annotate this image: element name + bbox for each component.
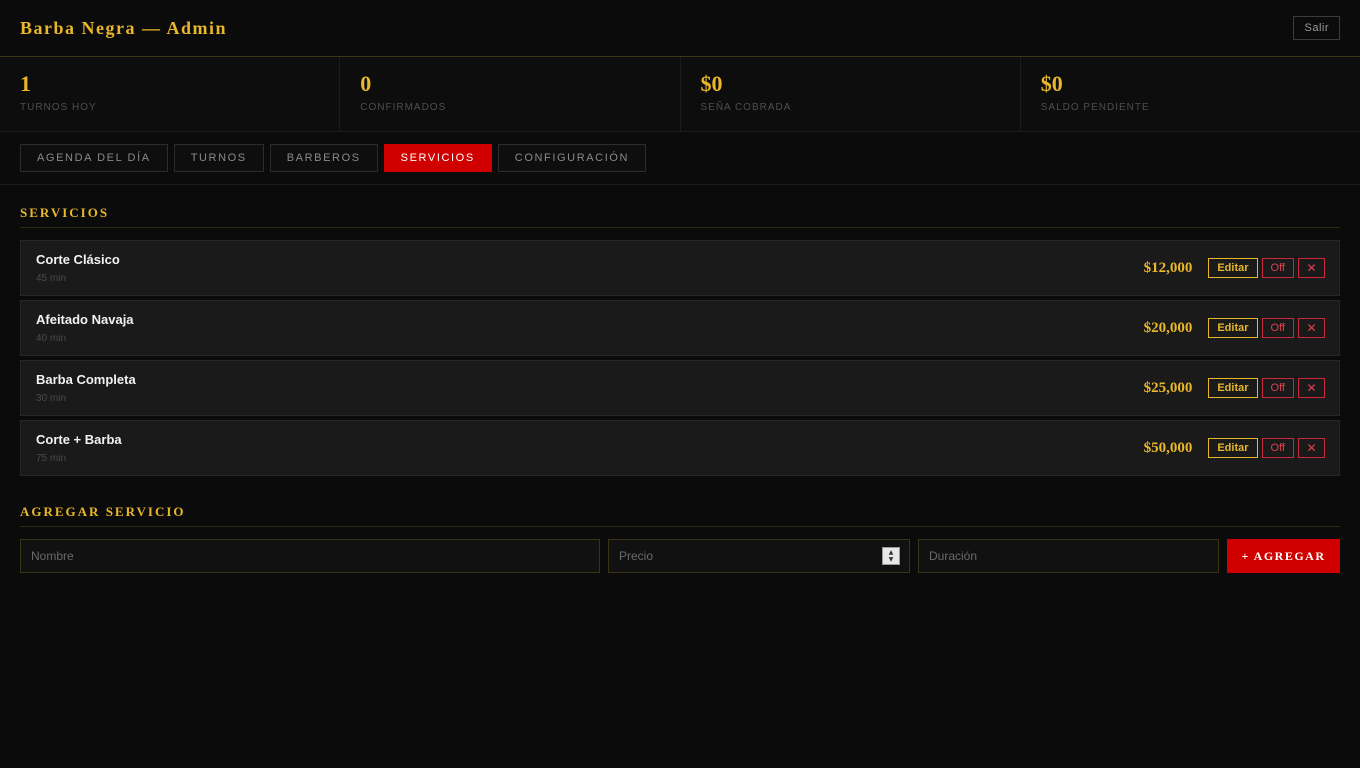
stat-value: 0: [360, 71, 372, 96]
service-info: Corte + Barba 75 min: [36, 432, 122, 464]
delete-button[interactable]: ✕: [1298, 438, 1325, 458]
stat-confirmados: 0 CONFIRMADOS: [340, 57, 681, 131]
tab-servicios[interactable]: SERVICIOS: [383, 144, 492, 172]
service-price: $50,000: [1143, 439, 1193, 456]
toggle-off-button[interactable]: Off: [1261, 438, 1294, 458]
tab-agenda[interactable]: AGENDA DEL DÍA: [20, 144, 168, 172]
service-row: Corte Clásico 45 min $12,000 Editar Off …: [20, 240, 1340, 296]
service-name: Corte Clásico: [36, 252, 120, 267]
delete-button[interactable]: ✕: [1298, 378, 1325, 398]
delete-button[interactable]: ✕: [1298, 258, 1325, 278]
stat-label: TURNOS HOY: [20, 102, 97, 113]
stat-label: SEÑA COBRADA: [700, 102, 792, 113]
toggle-off-button[interactable]: Off: [1261, 258, 1294, 278]
close-icon: ✕: [1306, 321, 1317, 335]
stat-turnos-hoy: 1 TURNOS HOY: [0, 57, 341, 131]
stat-value: $0: [1040, 71, 1063, 96]
service-row: Barba Completa 30 min $25,000 Editar Off…: [20, 360, 1340, 416]
tab-turnos[interactable]: TURNOS: [173, 144, 264, 172]
stat-value: 1: [20, 71, 31, 96]
service-actions: $20,000 Editar Off ✕: [1144, 318, 1325, 338]
stat-label: SALDO PENDIENTE: [1040, 102, 1150, 113]
stat-label: CONFIRMADOS: [360, 102, 447, 113]
service-actions: $12,000 Editar Off ✕: [1144, 258, 1325, 278]
stat-value: $0: [700, 71, 723, 96]
edit-button[interactable]: Editar: [1208, 438, 1258, 458]
service-name: Afeitado Navaja: [36, 312, 134, 327]
edit-button[interactable]: Editar: [1208, 258, 1258, 278]
tab-bar: AGENDA DEL DÍA TURNOS BARBEROS SERVICIOS…: [0, 132, 1360, 185]
add-section-title: AGREGAR SERVICIO: [20, 480, 1340, 527]
service-name: Corte + Barba: [36, 432, 122, 447]
close-icon: ✕: [1306, 261, 1317, 275]
delete-button[interactable]: ✕: [1298, 318, 1325, 338]
services-section: SERVICIOS Corte Clásico 45 min $12,000 E…: [0, 185, 1360, 573]
edit-button[interactable]: Editar: [1208, 318, 1258, 338]
service-duration: 30 min: [36, 393, 67, 404]
service-duration: 75 min: [36, 453, 67, 464]
stat-sena-cobrada: $0 SEÑA COBRADA: [680, 57, 1021, 131]
service-price: $20,000: [1143, 319, 1193, 336]
add-service-form: ▲ ▼ + AGREGAR: [20, 539, 1340, 573]
service-info: Barba Completa 30 min: [36, 372, 136, 404]
service-info: Corte Clásico 45 min: [36, 252, 120, 284]
tab-configuracion[interactable]: CONFIGURACIÓN: [497, 144, 647, 172]
service-actions: $50,000 Editar Off ✕: [1144, 438, 1325, 458]
section-title: SERVICIOS: [20, 185, 1340, 228]
close-icon: ✕: [1306, 381, 1317, 395]
service-actions: $25,000 Editar Off ✕: [1144, 378, 1325, 398]
tab-barberos[interactable]: BARBEROS: [269, 144, 378, 172]
service-row: Corte + Barba 75 min $50,000 Editar Off …: [20, 420, 1340, 476]
toggle-off-button[interactable]: Off: [1261, 378, 1294, 398]
edit-button[interactable]: Editar: [1208, 378, 1258, 398]
chevron-up-icon: ▲: [888, 549, 894, 556]
service-duration: 45 min: [36, 273, 67, 284]
add-service-button[interactable]: + AGREGAR: [1227, 539, 1340, 573]
duration-input[interactable]: [918, 539, 1219, 573]
number-spinner[interactable]: ▲ ▼: [882, 547, 900, 565]
service-name: Barba Completa: [36, 372, 136, 387]
price-input[interactable]: [608, 539, 910, 573]
logout-button[interactable]: Salir: [1293, 16, 1340, 40]
app-title: Barba Negra — Admin: [20, 17, 228, 38]
price-field-wrapper: ▲ ▼: [608, 539, 910, 573]
stat-saldo-pendiente: $0 SALDO PENDIENTE: [1020, 57, 1360, 131]
service-row: Afeitado Navaja 40 min $20,000 Editar Of…: [20, 300, 1340, 356]
toggle-off-button[interactable]: Off: [1261, 318, 1294, 338]
service-duration: 40 min: [36, 333, 67, 344]
top-bar: Barba Negra — Admin Salir: [0, 0, 1360, 57]
chevron-down-icon: ▼: [888, 556, 894, 563]
stats-bar: 1 TURNOS HOY 0 CONFIRMADOS $0 SEÑA COBRA…: [0, 57, 1360, 132]
service-info: Afeitado Navaja 40 min: [36, 312, 134, 344]
close-icon: ✕: [1306, 441, 1317, 455]
service-price: $12,000: [1143, 259, 1193, 276]
service-price: $25,000: [1143, 379, 1193, 396]
name-input[interactable]: [20, 539, 600, 573]
